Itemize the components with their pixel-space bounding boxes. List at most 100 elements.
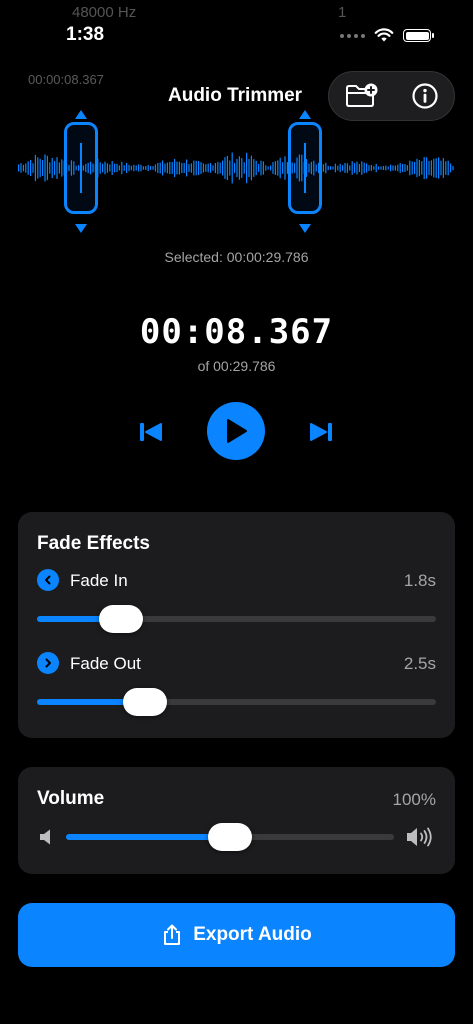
info-icon[interactable] xyxy=(411,82,439,110)
waveform-bar xyxy=(210,163,212,173)
waveform-bar xyxy=(356,161,358,175)
waveform-bar xyxy=(174,159,176,177)
skip-forward-button[interactable] xyxy=(307,418,335,446)
waveform-bar xyxy=(265,165,267,171)
skip-back-button[interactable] xyxy=(137,418,165,446)
waveform-bar xyxy=(109,164,111,172)
waveform-bar xyxy=(236,158,238,178)
waveform-bar xyxy=(409,160,411,176)
volume-card: Volume 100% xyxy=(18,767,455,874)
fade-in-slider[interactable] xyxy=(37,605,436,633)
waveform-bar xyxy=(198,161,200,175)
cellular-dots-icon xyxy=(340,33,365,38)
folder-plus-icon[interactable] xyxy=(344,82,380,110)
waveform-bar xyxy=(392,165,394,171)
ghost-channel: 1 xyxy=(338,4,347,21)
waveform-bar xyxy=(102,163,104,173)
trim-start-top-arrow-icon xyxy=(75,110,88,119)
waveform-bar xyxy=(190,163,192,173)
waveform-bar xyxy=(332,166,334,170)
waveform-bar xyxy=(145,165,147,170)
waveform-bar xyxy=(262,161,264,175)
volume-slider-fill xyxy=(66,834,230,840)
waveform-bar xyxy=(322,164,324,172)
status-icons xyxy=(340,28,434,43)
waveform-bar xyxy=(330,166,332,170)
waveform-bar xyxy=(440,160,442,176)
waveform-bar xyxy=(282,162,284,174)
waveform-bar xyxy=(183,163,185,173)
waveform-bar xyxy=(226,155,228,180)
export-audio-label: Export Audio xyxy=(193,924,312,945)
waveform-bar xyxy=(133,164,135,172)
waveform-bar xyxy=(435,158,437,178)
waveform-bar xyxy=(58,162,60,174)
fade-out-slider[interactable] xyxy=(37,688,436,716)
waveform-bar xyxy=(164,163,166,173)
trim-start-bottom-arrow-icon xyxy=(75,224,88,233)
waveform-bar xyxy=(255,160,257,176)
waveform-bar xyxy=(397,164,399,172)
waveform-bar xyxy=(445,161,447,175)
waveform-bar xyxy=(39,158,41,178)
share-icon xyxy=(164,924,181,945)
skip-back-icon xyxy=(140,423,162,441)
page-title: Audio Trimmer xyxy=(168,85,303,106)
waveform-bar xyxy=(150,166,152,170)
waveform-bar xyxy=(373,166,375,170)
fade-in-value: 1.8s xyxy=(403,571,436,590)
waveform-bar xyxy=(32,163,34,173)
waveform-bar xyxy=(56,157,58,179)
waveform-bar xyxy=(231,152,233,184)
waveform-bar xyxy=(193,160,195,176)
waveform-bar xyxy=(42,160,44,176)
waveform-bar xyxy=(426,157,428,179)
waveform-bar xyxy=(368,165,370,171)
trim-start-box xyxy=(64,122,99,214)
waveform-bar xyxy=(418,160,420,177)
waveform-bar xyxy=(159,162,161,174)
waveform-bar xyxy=(385,165,387,171)
battery-icon xyxy=(403,29,434,42)
waveform-bar xyxy=(181,162,183,174)
waveform-bar xyxy=(375,163,377,173)
waveform-bar xyxy=(162,160,164,176)
waveform-bar xyxy=(205,164,207,172)
waveform-bar xyxy=(253,159,255,177)
current-time: 00:08.367 xyxy=(139,312,334,352)
fade-out-slider-thumb[interactable] xyxy=(122,688,167,716)
waveform-bar xyxy=(246,152,248,184)
waveform-bar xyxy=(111,161,113,175)
waveform-bar xyxy=(118,165,120,171)
volume-slider-thumb[interactable] xyxy=(208,823,252,851)
waveform-bar xyxy=(234,163,236,173)
waveform-bar xyxy=(344,163,346,173)
waveform-bar xyxy=(279,157,281,179)
waveform-bar xyxy=(250,155,252,181)
waveform-bar xyxy=(241,158,243,178)
trim-end-top-arrow-icon xyxy=(298,110,311,119)
volume-slider[interactable] xyxy=(66,823,394,851)
waveform-trimmer[interactable] xyxy=(16,110,456,233)
waveform-bar xyxy=(106,163,108,173)
waveform-bar xyxy=(346,163,348,173)
speaker-max-icon xyxy=(407,827,432,847)
waveform-bar xyxy=(166,162,168,174)
waveform-bar xyxy=(274,161,276,175)
export-audio-button[interactable]: Export Audio xyxy=(18,903,455,967)
waveform-bar xyxy=(27,161,29,175)
waveform-bar xyxy=(442,158,444,178)
waveform-bar xyxy=(399,163,401,173)
ghost-sample-rate: 48000 Hz xyxy=(72,4,137,21)
waveform-bar xyxy=(99,162,101,174)
waveform-bar xyxy=(114,163,116,173)
waveform-bar xyxy=(325,162,327,174)
waveform-bar xyxy=(380,166,382,170)
play-button[interactable] xyxy=(207,402,265,460)
waveform-bar xyxy=(61,159,63,177)
fade-in-slider-thumb[interactable] xyxy=(98,605,143,633)
waveform-bar xyxy=(334,163,336,173)
wifi-icon xyxy=(374,28,394,42)
waveform-bar xyxy=(272,162,274,174)
fade-effects-card: Fade Effects Fade In 1.8s Fade Out 2.5s xyxy=(18,512,455,738)
